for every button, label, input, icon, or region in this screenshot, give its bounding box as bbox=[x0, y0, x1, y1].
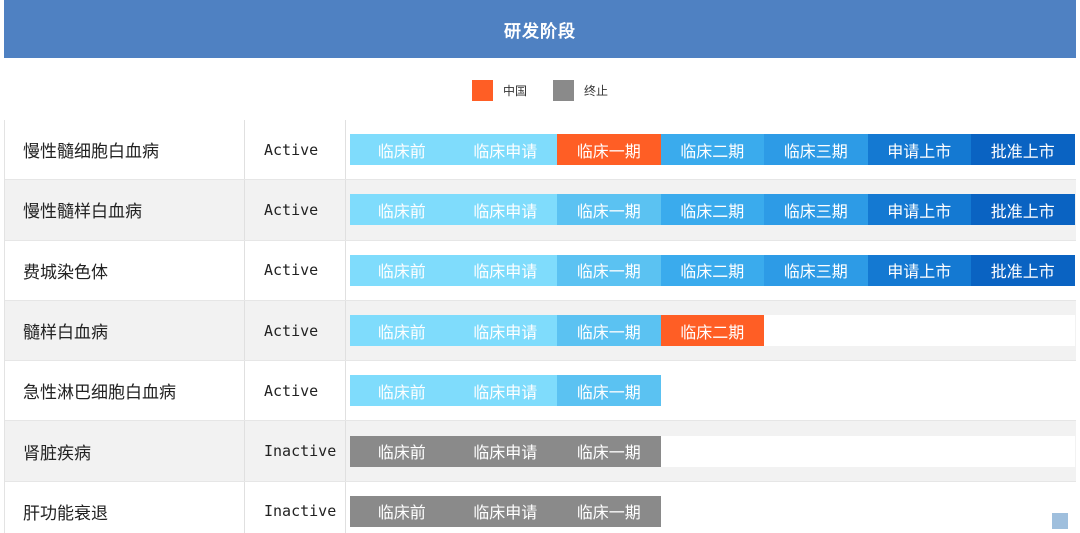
table-row: 费城染色体 Active 临床前 临床申请 临床一期 临床二期 临床三期 申请上市 批准上市 bbox=[5, 240, 1076, 301]
phase-track-cell: 临床前 临床申请 临床一期 bbox=[346, 361, 1076, 420]
indication-name: 肝功能衰退 bbox=[5, 481, 245, 533]
phase-segment: 临床前 bbox=[350, 375, 454, 407]
legend-swatch-terminated bbox=[553, 79, 574, 101]
page-header: 研发阶段 bbox=[4, 0, 1076, 58]
corner-square-icon bbox=[1052, 513, 1068, 530]
table-row: 髓样白血病 Active 临床前 临床申请 临床一期 临床二期 bbox=[5, 300, 1076, 362]
phase-segment: 临床二期 bbox=[660, 254, 764, 286]
phase-track-cell: 临床前 临床申请 临床一期 临床二期 临床三期 申请上市 批准上市 bbox=[346, 241, 1076, 300]
phase-track-cell: 临床前 临床申请 临床一期 bbox=[346, 421, 1076, 480]
phase-segment: 临床申请 bbox=[453, 435, 557, 467]
status-label: Active bbox=[245, 120, 346, 180]
legend-item-terminated: 终止 bbox=[553, 79, 609, 101]
phase-track: 临床前 临床申请 临床一期 bbox=[350, 495, 1075, 527]
table-row: 急性淋巴细胞白血病 Active 临床前 临床申请 临床一期 bbox=[5, 361, 1076, 422]
phase-segment: 临床申请 bbox=[453, 194, 557, 226]
phase-segment: 批准上市 bbox=[971, 134, 1075, 166]
phase-segment: 临床申请 bbox=[453, 315, 557, 347]
status-label: Active bbox=[245, 300, 346, 361]
status-label: Inactive bbox=[245, 481, 346, 533]
phase-segment: 申请上市 bbox=[867, 254, 971, 286]
phase-track-cell: 临床前 临床申请 临床一期 临床二期 bbox=[346, 301, 1076, 360]
phase-segment: 临床申请 bbox=[453, 375, 557, 407]
phase-segment: 临床前 bbox=[350, 194, 454, 226]
indication-name: 急性淋巴细胞白血病 bbox=[5, 361, 245, 421]
phase-segment: 临床一期 bbox=[557, 495, 661, 527]
indication-name: 慢性髓样白血病 bbox=[5, 180, 245, 240]
phase-segment: 临床二期 bbox=[660, 134, 764, 166]
phase-segment: 临床一期 bbox=[557, 315, 661, 347]
phase-track: 临床前 临床申请 临床一期 bbox=[350, 375, 1075, 407]
phase-track-cell: 临床前 临床申请 临床一期 bbox=[346, 482, 1076, 533]
indication-name: 髓样白血病 bbox=[5, 300, 245, 361]
phase-segment: 临床前 bbox=[350, 435, 454, 467]
legend-label-china: 中国 bbox=[502, 83, 527, 98]
phase-segment: 临床一期 bbox=[557, 254, 661, 286]
table-row: 慢性髓细胞白血病 Active 临床前 临床申请 临床一期 临床二期 临床三期 申请上市 批准上… bbox=[5, 120, 1076, 181]
status-label: Active bbox=[245, 240, 346, 300]
table-row: 慢性髓样白血病 Active 临床前 临床申请 临床一期 临床二期 临床三期 申请上市 批准上市 bbox=[5, 180, 1076, 241]
phase-track: 临床前 临床申请 临床一期 临床二期 临床三期 申请上市 批准上市 bbox=[350, 254, 1075, 286]
phase-track-cell: 临床前 临床申请 临床一期 临床二期 临床三期 申请上市 批准上市 bbox=[346, 180, 1076, 239]
legend: 中国 终止 bbox=[0, 78, 1080, 102]
phase-segment: 批准上市 bbox=[971, 194, 1075, 226]
phase-segment: 临床申请 bbox=[453, 134, 557, 166]
phase-segment: 临床一期 bbox=[557, 435, 661, 467]
phase-segment: 申请上市 bbox=[867, 134, 971, 166]
page-title: 研发阶段 bbox=[504, 21, 576, 42]
phase-track: 临床前 临床申请 临床一期 临床二期 bbox=[350, 315, 1075, 347]
table-row: 肝功能衰退 Inactive 临床前 临床申请 临床一期 bbox=[5, 481, 1076, 533]
phase-segment: 临床三期 bbox=[764, 134, 868, 166]
indication-name: 费城染色体 bbox=[5, 240, 245, 300]
indication-name: 慢性髓细胞白血病 bbox=[5, 120, 245, 180]
phase-segment: 临床前 bbox=[350, 495, 454, 527]
phase-segment: 临床申请 bbox=[453, 495, 557, 527]
phase-segment: 临床三期 bbox=[764, 194, 868, 226]
phase-segment: 临床前 bbox=[350, 254, 454, 286]
legend-label-terminated: 终止 bbox=[584, 83, 609, 98]
legend-swatch-china bbox=[471, 79, 493, 101]
phase-segment: 临床一期 bbox=[557, 375, 661, 407]
phase-segment: 临床一期 bbox=[557, 194, 661, 226]
phase-track: 临床前 临床申请 临床一期 临床二期 临床三期 申请上市 批准上市 bbox=[350, 194, 1075, 226]
phase-segment: 临床二期 bbox=[660, 194, 764, 226]
table-row: 肾脏疾病 Inactive 临床前 临床申请 临床一期 bbox=[5, 421, 1076, 482]
indication-name: 肾脏疾病 bbox=[5, 421, 245, 481]
phase-segment: 临床申请 bbox=[453, 254, 557, 286]
phase-segment: 批准上市 bbox=[971, 254, 1075, 286]
status-label: Active bbox=[245, 180, 346, 240]
phase-track-cell: 临床前 临床申请 临床一期 临床二期 临床三期 申请上市 批准上市 bbox=[346, 120, 1076, 179]
phase-segment: 临床三期 bbox=[764, 254, 868, 286]
phase-segment: 临床二期 bbox=[660, 315, 764, 347]
status-label: Active bbox=[245, 361, 346, 421]
pipeline-table: 慢性髓细胞白血病 Active 临床前 临床申请 临床一期 临床二期 临床三期 申请上市 批准上… bbox=[4, 120, 1076, 533]
legend-item-china: 中国 bbox=[471, 79, 527, 101]
phase-segment: 申请上市 bbox=[867, 194, 971, 226]
phase-track: 临床前 临床申请 临床一期 bbox=[350, 435, 1075, 467]
phase-segment: 临床前 bbox=[350, 315, 454, 347]
phase-track: 临床前 临床申请 临床一期 临床二期 临床三期 申请上市 批准上市 bbox=[350, 134, 1075, 166]
phase-segment: 临床前 bbox=[350, 134, 454, 166]
status-label: Inactive bbox=[245, 421, 346, 481]
phase-segment: 临床一期 bbox=[557, 134, 661, 166]
